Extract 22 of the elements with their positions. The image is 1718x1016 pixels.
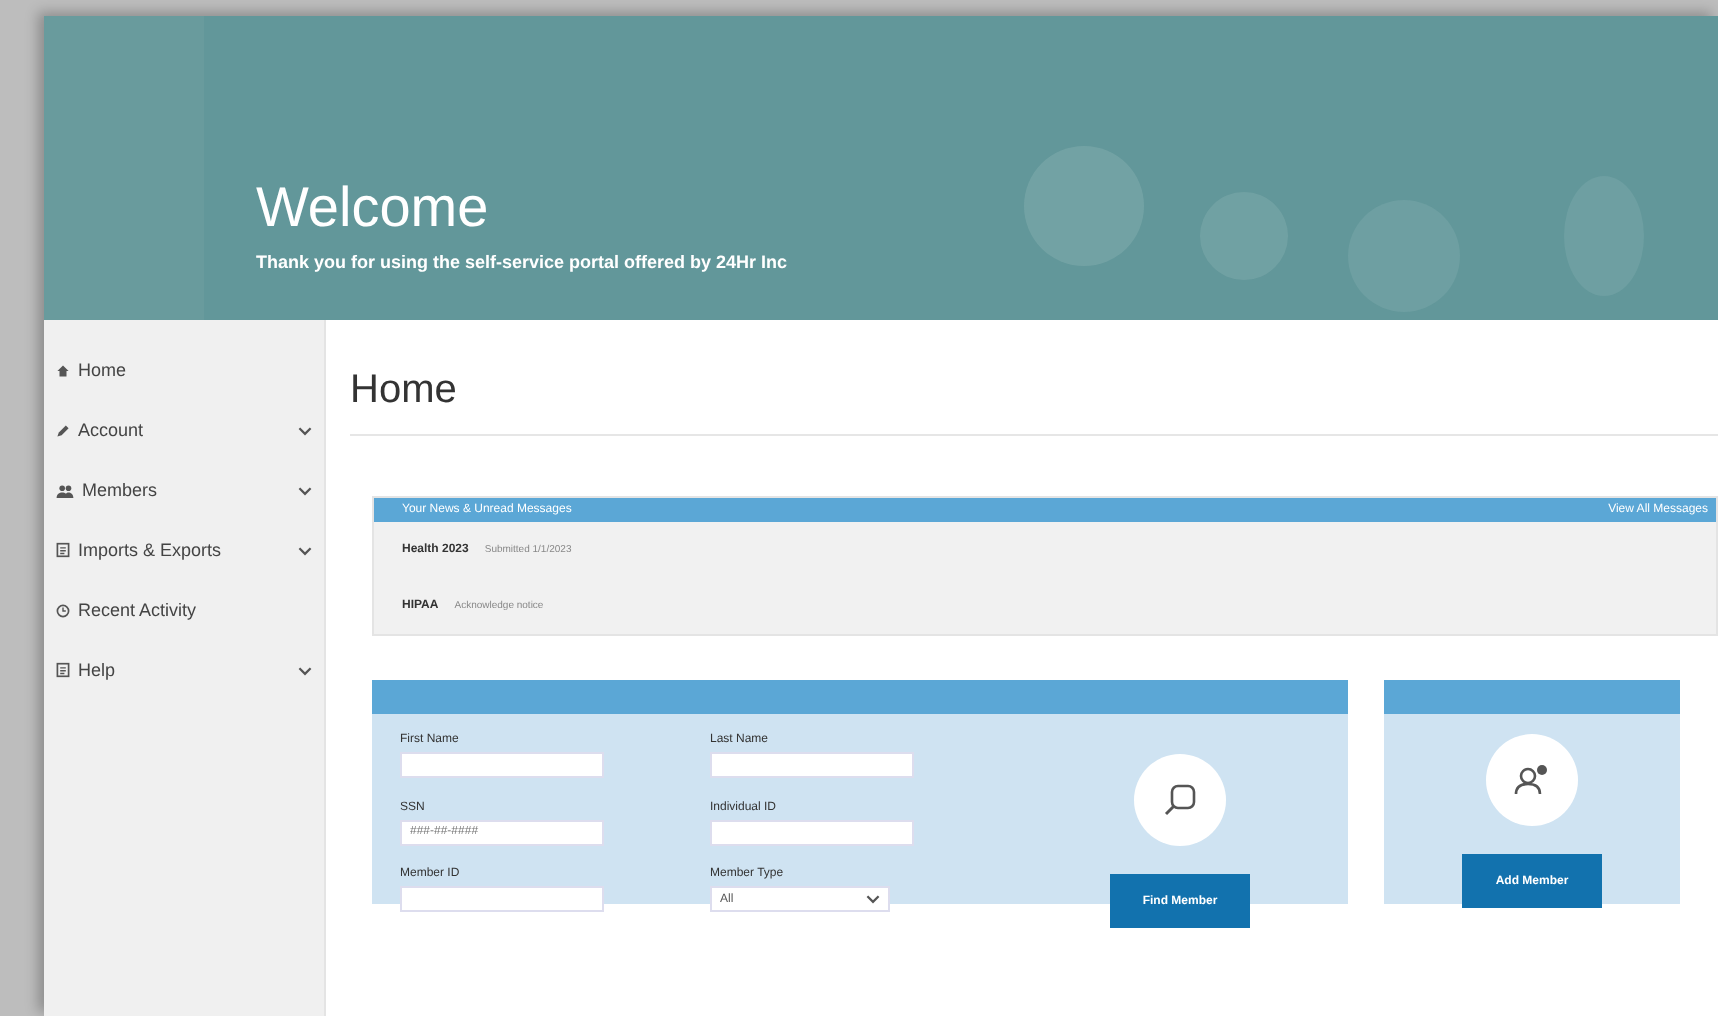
input-field[interactable]: [400, 886, 604, 913]
welcome-subtitle: Thank you for using the self-service portal offered by 24Hr Inc: [256, 252, 790, 272]
input-field[interactable]: [400, 752, 604, 778]
file-icon: [56, 542, 70, 558]
sidebar-item[interactable]: Recent Activity: [44, 580, 324, 640]
sidebar-item[interactable]: Account: [44, 400, 324, 460]
pencil-icon: [56, 423, 70, 437]
input-field[interactable]: [710, 819, 914, 846]
users-icon: [56, 483, 74, 497]
file-icon: [56, 662, 70, 678]
search-icon: [1160, 780, 1200, 820]
add-user-icon: [1512, 760, 1552, 800]
sidebar-item[interactable]: Members: [44, 460, 324, 520]
sidebar-item[interactable]: Home: [44, 340, 324, 400]
page-title: Home: [350, 368, 1718, 436]
welcome-title: Welcome: [256, 176, 491, 240]
clock-icon: [56, 603, 70, 617]
input-field[interactable]: [710, 752, 914, 778]
home-icon: [56, 363, 70, 377]
sidebar-item[interactable]: Imports & Exports: [44, 520, 324, 580]
sidebar-item[interactable]: Help: [44, 640, 324, 700]
chevron-down-icon: [866, 894, 880, 905]
